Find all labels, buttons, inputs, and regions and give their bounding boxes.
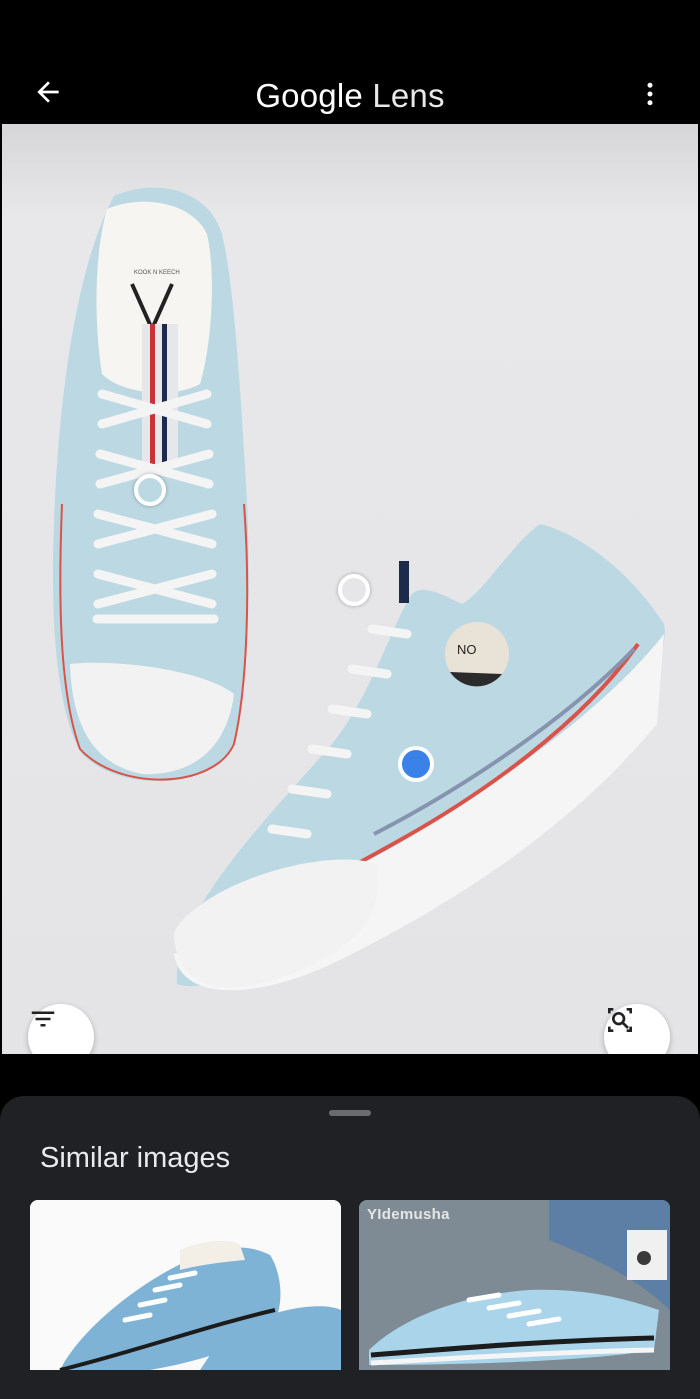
app-bar: Google Lens bbox=[0, 0, 700, 122]
image-viewer[interactable]: KOOK N KEECH NO bbox=[2, 124, 698, 1054]
result-source-label: YIdemusha bbox=[367, 1206, 450, 1223]
similar-image-result[interactable] bbox=[30, 1200, 341, 1370]
result-image bbox=[30, 1200, 341, 1370]
hotspot-center[interactable] bbox=[338, 574, 370, 606]
result-image bbox=[359, 1200, 670, 1370]
svg-text:NO: NO bbox=[457, 642, 477, 657]
similar-image-result[interactable]: YIdemusha bbox=[359, 1200, 670, 1370]
page-title: Google Lens bbox=[0, 74, 700, 118]
more-vert-icon bbox=[647, 82, 653, 106]
hotspot-shoe-side-selected[interactable] bbox=[398, 746, 434, 782]
section-title: Similar images bbox=[40, 1142, 231, 1174]
hotspot-shoe-top[interactable] bbox=[134, 474, 166, 506]
more-options-button[interactable] bbox=[628, 72, 672, 116]
svg-text:KOOK N KEECH: KOOK N KEECH bbox=[134, 270, 180, 276]
results-bottom-sheet[interactable]: Similar images YIdemusha bbox=[0, 1096, 700, 1399]
search-region-icon bbox=[608, 1008, 632, 1032]
title-product: Lens bbox=[372, 77, 445, 114]
title-brand: Google bbox=[255, 77, 363, 114]
filter-list-icon bbox=[31, 1011, 55, 1027]
sheet-drag-handle[interactable] bbox=[329, 1110, 371, 1116]
